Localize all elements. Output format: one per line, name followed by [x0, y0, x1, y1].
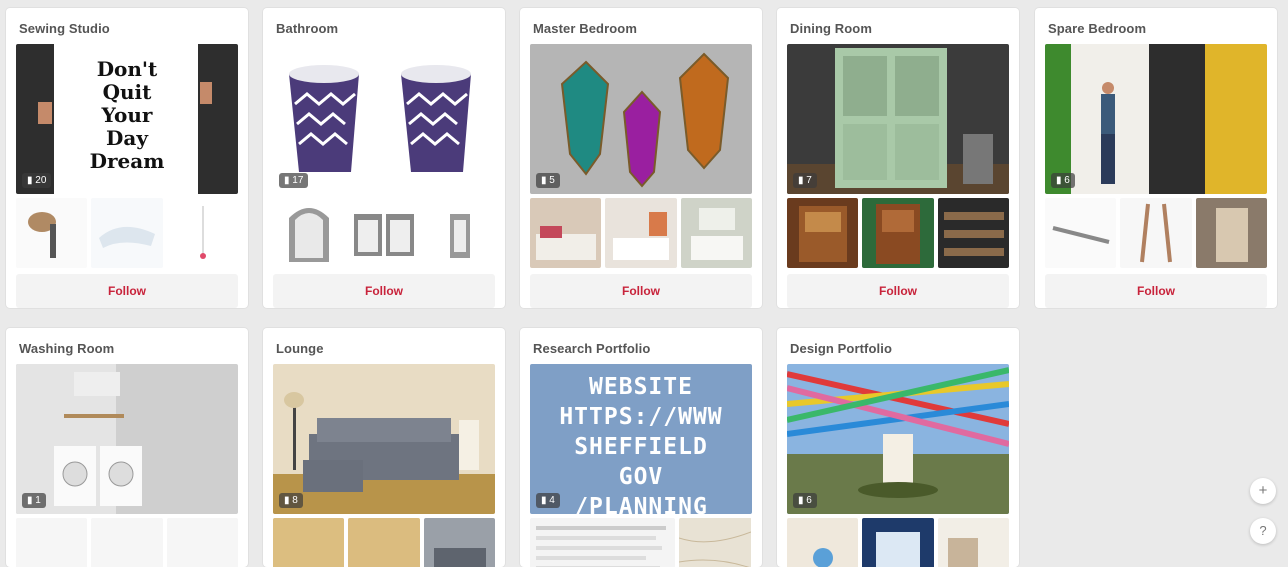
board-title: Bathroom — [276, 21, 339, 36]
thumbnail-row — [530, 518, 752, 567]
board-card[interactable]: Design Portfolio ▮ 6 — [777, 328, 1019, 567]
thumbnail[interactable] — [1045, 198, 1117, 268]
thumbnail[interactable] — [423, 518, 495, 567]
thumbnail — [166, 518, 238, 567]
thumbnail[interactable] — [937, 198, 1009, 268]
quote-line: Don't — [96, 57, 158, 81]
quote-line: Dream — [89, 149, 165, 173]
cover-image — [1045, 44, 1267, 194]
pin-count-badge: ▮ 6 — [1051, 173, 1075, 188]
board-card[interactable]: Spare Bedroom ▮ 6 Follow — [1035, 8, 1277, 308]
board-card[interactable]: Bathroom ▮ 17 Follow — [263, 8, 505, 308]
quote-line: Your — [101, 103, 153, 127]
board-cover[interactable]: ▮ 17 — [273, 44, 495, 194]
board-card[interactable]: Washing Room ▮ 1 — [6, 328, 248, 567]
sign-line: SHEFFIELD — [574, 434, 708, 460]
cover-image — [787, 364, 1009, 514]
thumbnail[interactable] — [1195, 198, 1267, 268]
cover-image — [530, 44, 752, 194]
board-card[interactable]: Sewing Studio Don't Quit Your Day Dream … — [6, 8, 248, 308]
thumbnail[interactable] — [423, 198, 495, 268]
board-title: Design Portfolio — [790, 341, 892, 356]
pin-count-badge: ▮ 1 — [22, 493, 46, 508]
follow-button[interactable]: Follow — [273, 274, 495, 308]
thumbnail-row — [16, 198, 238, 268]
board-title: Lounge — [276, 341, 324, 356]
follow-button[interactable]: Follow — [16, 274, 238, 308]
thumbnail[interactable] — [862, 518, 934, 567]
board-card[interactable]: Lounge ▮ 8 — [263, 328, 505, 567]
thumbnail[interactable] — [787, 518, 859, 567]
board-cover[interactable]: ▮ 6 — [1045, 44, 1267, 194]
board-title: Sewing Studio — [19, 21, 110, 36]
pin-count-badge: ▮ 4 — [536, 493, 560, 508]
board-title: Master Bedroom — [533, 21, 637, 36]
thumbnail-row — [530, 198, 752, 268]
cover-image — [16, 364, 238, 514]
thumbnail-row — [1045, 198, 1267, 268]
thumbnail — [91, 518, 163, 567]
board-cover[interactable]: WEBSITE HTTPS://WWW SHEFFIELD GOV /PLANN… — [530, 364, 752, 514]
thumbnail-row — [787, 518, 1009, 567]
thumbnail[interactable] — [16, 198, 88, 268]
quote-line: Quit — [102, 80, 152, 104]
board-title: Washing Room — [19, 341, 115, 356]
pin-count-badge: ▮ 20 — [22, 173, 52, 188]
thumbnail[interactable] — [273, 198, 345, 268]
board-cover[interactable]: ▮ 5 — [530, 44, 752, 194]
pin-count-badge: ▮ 17 — [279, 173, 309, 188]
help-button[interactable]: ? — [1250, 518, 1276, 544]
board-title: Dining Room — [790, 21, 872, 36]
thumbnail[interactable] — [273, 518, 345, 567]
cover-image — [273, 364, 495, 514]
plus-icon: + — [1258, 482, 1268, 499]
sign-line: WEBSITE — [589, 374, 693, 400]
board-title: Spare Bedroom — [1048, 21, 1147, 36]
thumbnail[interactable] — [530, 198, 602, 268]
thumbnail-row — [787, 198, 1009, 268]
board-cover[interactable]: ▮ 1 — [16, 364, 238, 514]
pin-count-badge: ▮ 6 — [793, 493, 817, 508]
follow-button[interactable]: Follow — [787, 274, 1009, 308]
follow-button[interactable]: Follow — [530, 274, 752, 308]
quote-line: Day — [106, 126, 148, 150]
thumbnail[interactable] — [1120, 198, 1192, 268]
board-title: Research Portfolio — [533, 341, 651, 356]
pin-count-badge: ▮ 7 — [793, 173, 817, 188]
thumbnail — [16, 518, 88, 567]
thumbnail[interactable] — [91, 198, 163, 268]
board-card[interactable]: Master Bedroom ▮ 5 Follow — [520, 8, 762, 308]
board-cover[interactable]: ▮ 7 — [787, 44, 1009, 194]
board-cover[interactable]: ▮ 8 — [273, 364, 495, 514]
thumbnail-row — [273, 198, 495, 268]
thumbnail[interactable] — [166, 198, 238, 268]
thumbnail[interactable] — [530, 518, 676, 567]
thumbnail[interactable] — [787, 198, 859, 268]
add-button[interactable]: + — [1250, 478, 1276, 504]
board-cover[interactable]: ▮ 6 — [787, 364, 1009, 514]
cover-image — [787, 44, 1009, 194]
thumbnail[interactable] — [937, 518, 1009, 567]
board-cover[interactable]: Don't Quit Your Day Dream ▮ 20 — [16, 44, 238, 194]
thumbnail[interactable] — [348, 198, 420, 268]
thumbnail[interactable] — [605, 198, 677, 268]
thumbnail[interactable] — [348, 518, 420, 567]
sign-line: /PLANNING — [574, 494, 708, 514]
thumbnail[interactable] — [680, 198, 752, 268]
thumbnail[interactable] — [862, 198, 934, 268]
board-card[interactable]: Research Portfolio WEBSITE HTTPS://WWW S… — [520, 328, 762, 567]
follow-button[interactable]: Follow — [1045, 274, 1267, 308]
cover-image — [273, 44, 495, 194]
pin-count-badge: ▮ 8 — [279, 493, 303, 508]
thumbnail[interactable] — [679, 518, 752, 567]
thumbnail-row — [273, 518, 495, 567]
question-icon: ? — [1259, 523, 1267, 538]
pin-count-badge: ▮ 5 — [536, 173, 560, 188]
board-card[interactable]: Dining Room ▮ 7 Follow — [777, 8, 1019, 308]
sign-line: HTTPS://WWW — [559, 404, 723, 430]
sign-line: GOV — [618, 464, 664, 490]
thumbnail-row — [16, 518, 238, 567]
